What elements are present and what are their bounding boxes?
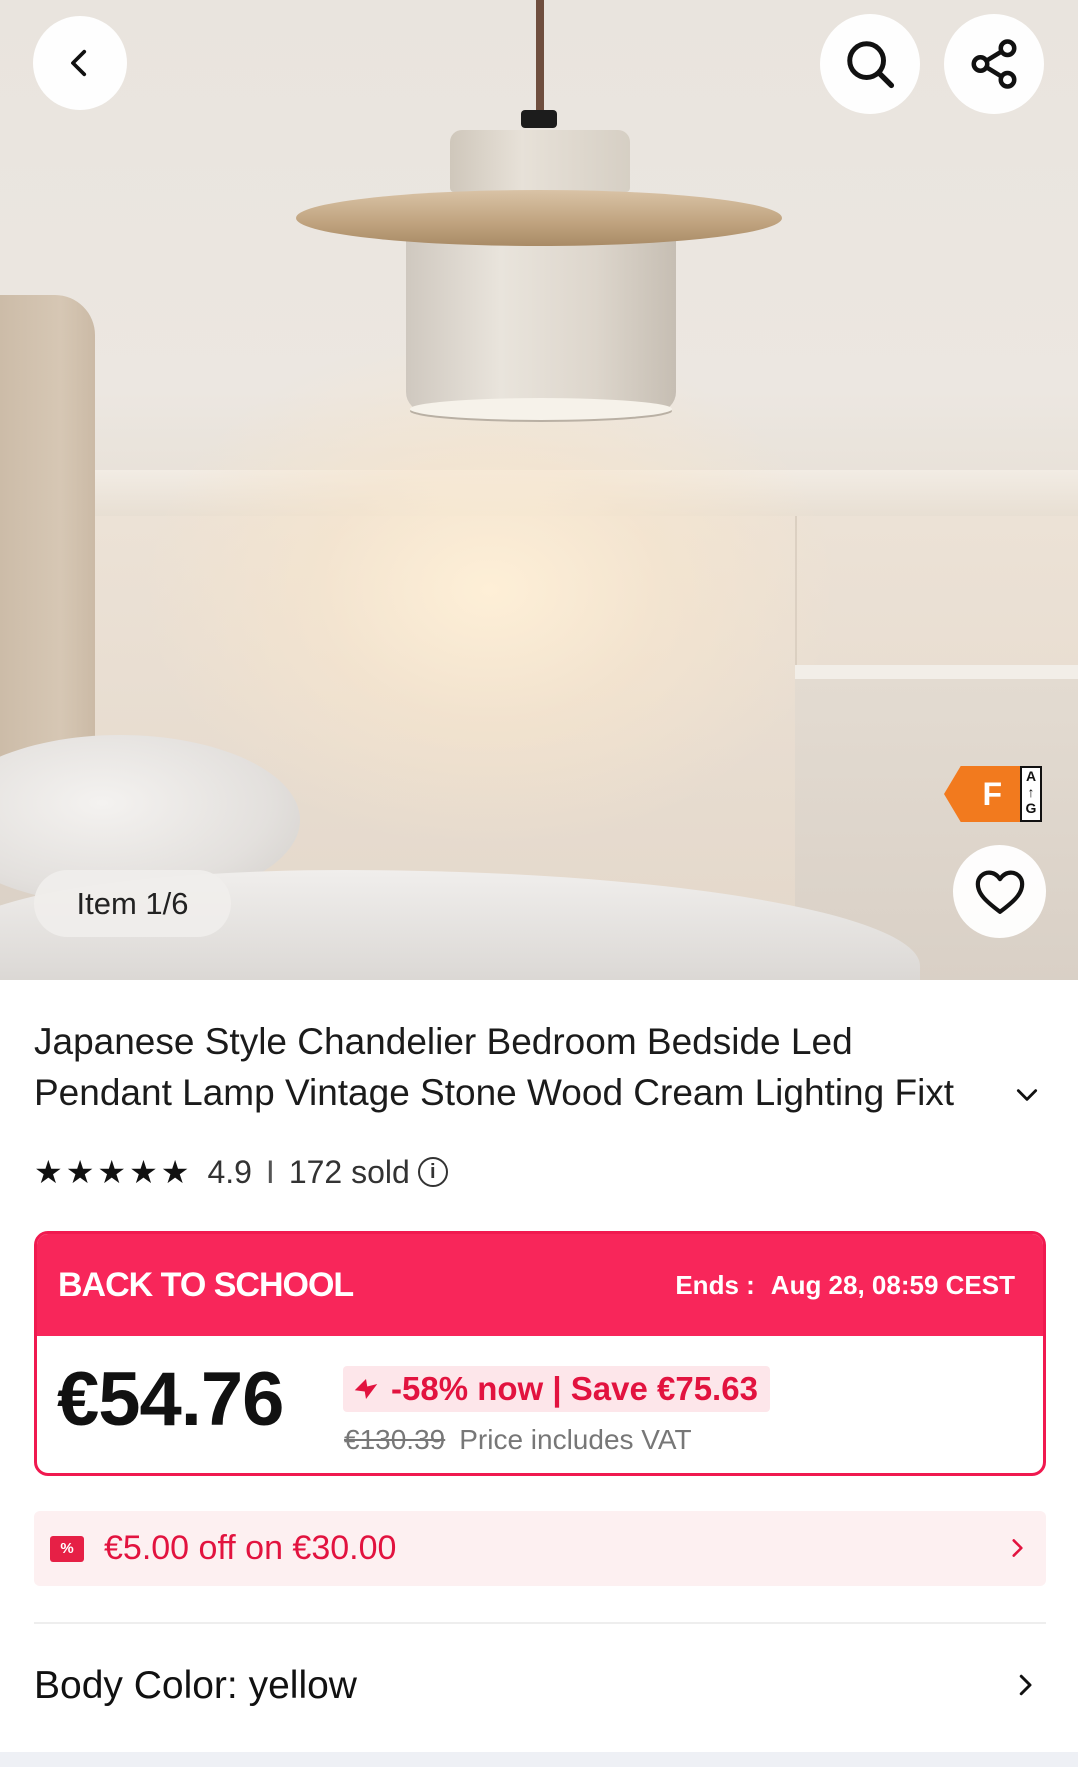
discount-badge: -58% now | Save €75.63 xyxy=(343,1366,770,1412)
energy-scale-top: A xyxy=(1025,768,1037,784)
search-icon xyxy=(847,41,895,89)
star-icon: ★ xyxy=(160,1154,190,1190)
share-icon xyxy=(971,39,1017,89)
chevron-down-icon[interactable] xyxy=(1014,1082,1040,1108)
coupon-icon: % xyxy=(50,1535,84,1562)
lamp-stone-shade xyxy=(406,222,676,412)
energy-scale-arrow: ↑ xyxy=(1027,784,1035,800)
energy-class: F xyxy=(944,766,1020,822)
promo-countdown: Ends : Aug 28, 08:59 CEST xyxy=(675,1270,1015,1301)
discount-text: -58% now | Save €75.63 xyxy=(391,1370,758,1407)
lamp-cord xyxy=(536,0,544,112)
chevron-right-icon xyxy=(1012,1539,1023,1557)
energy-scale: A ↑ G xyxy=(1020,766,1042,822)
info-icon[interactable]: i xyxy=(417,1157,448,1187)
variant-label: Body Color: yellow xyxy=(34,1664,357,1707)
coupon-row[interactable]: % €5.00 off on €30.00 xyxy=(34,1511,1046,1586)
star-icon: ★ xyxy=(129,1154,158,1190)
promo-title: BACK TO SCHOOL xyxy=(58,1265,354,1304)
coupon-text: €5.00 off on €30.00 xyxy=(104,1529,397,1567)
product-title-line2: Pendant Lamp Vintage Stone Wood Cream Li… xyxy=(34,1072,955,1113)
sold-count: 172 sold xyxy=(288,1153,410,1190)
search-button[interactable] xyxy=(820,14,920,114)
heart-icon xyxy=(975,870,1024,914)
star-icon: ★ xyxy=(97,1154,127,1190)
variant-selector[interactable]: Body Color: yellow xyxy=(34,1656,1046,1716)
promo-body: €54.76 -58% now | Save €75.63 €130.39 Pri… xyxy=(37,1336,1043,1473)
chevron-right-icon xyxy=(1019,1674,1032,1696)
flame-icon xyxy=(354,1379,378,1399)
rating-stars: ★ ★ ★ ★ ★ xyxy=(34,1156,189,1188)
lamp-light-rim xyxy=(410,398,672,420)
current-price: €54.76 xyxy=(57,1357,284,1442)
star-icon: ★ xyxy=(65,1154,95,1190)
section-divider xyxy=(34,1622,1046,1624)
rating-row[interactable]: ★ ★ ★ ★ ★ 4.9 I 172 sold i xyxy=(34,1150,448,1194)
promo-header: BACK TO SCHOOL Ends : Aug 28, 08:59 CEST xyxy=(37,1234,1043,1336)
vat-note: Price includes VAT xyxy=(459,1424,692,1455)
product-title[interactable]: Japanese Style Chandelier Bedroom Bedsid… xyxy=(34,1016,1034,1118)
rating-separator: I xyxy=(265,1153,275,1190)
energy-label-badge[interactable]: F A ↑ G xyxy=(944,766,1042,822)
back-button[interactable] xyxy=(33,16,127,110)
rating-value: 4.9 xyxy=(207,1153,252,1190)
promo-ends-value: Aug 28, 08:59 CEST xyxy=(770,1269,1015,1300)
old-price-row: €130.39 Price includes VAT xyxy=(344,1424,692,1456)
section-separator xyxy=(0,1752,1078,1767)
promo-box: BACK TO SCHOOL Ends : Aug 28, 08:59 CEST … xyxy=(34,1231,1046,1476)
old-price: €130.39 xyxy=(344,1424,446,1455)
chevron-left-icon xyxy=(71,49,87,77)
share-button[interactable] xyxy=(944,14,1044,114)
product-title-line1: Japanese Style Chandelier Bedroom Bedsid… xyxy=(34,1021,853,1062)
image-counter: Item 1/6 xyxy=(34,870,231,937)
product-image[interactable] xyxy=(0,0,1078,980)
lamp-stone-top xyxy=(450,130,630,192)
wishlist-button[interactable] xyxy=(953,845,1046,938)
promo-ends-label: Ends : xyxy=(675,1269,755,1300)
lamp-cap xyxy=(521,110,557,128)
lamp-wood-disc xyxy=(296,190,782,246)
star-icon: ★ xyxy=(34,1154,63,1190)
energy-scale-bottom: G xyxy=(1025,800,1037,816)
